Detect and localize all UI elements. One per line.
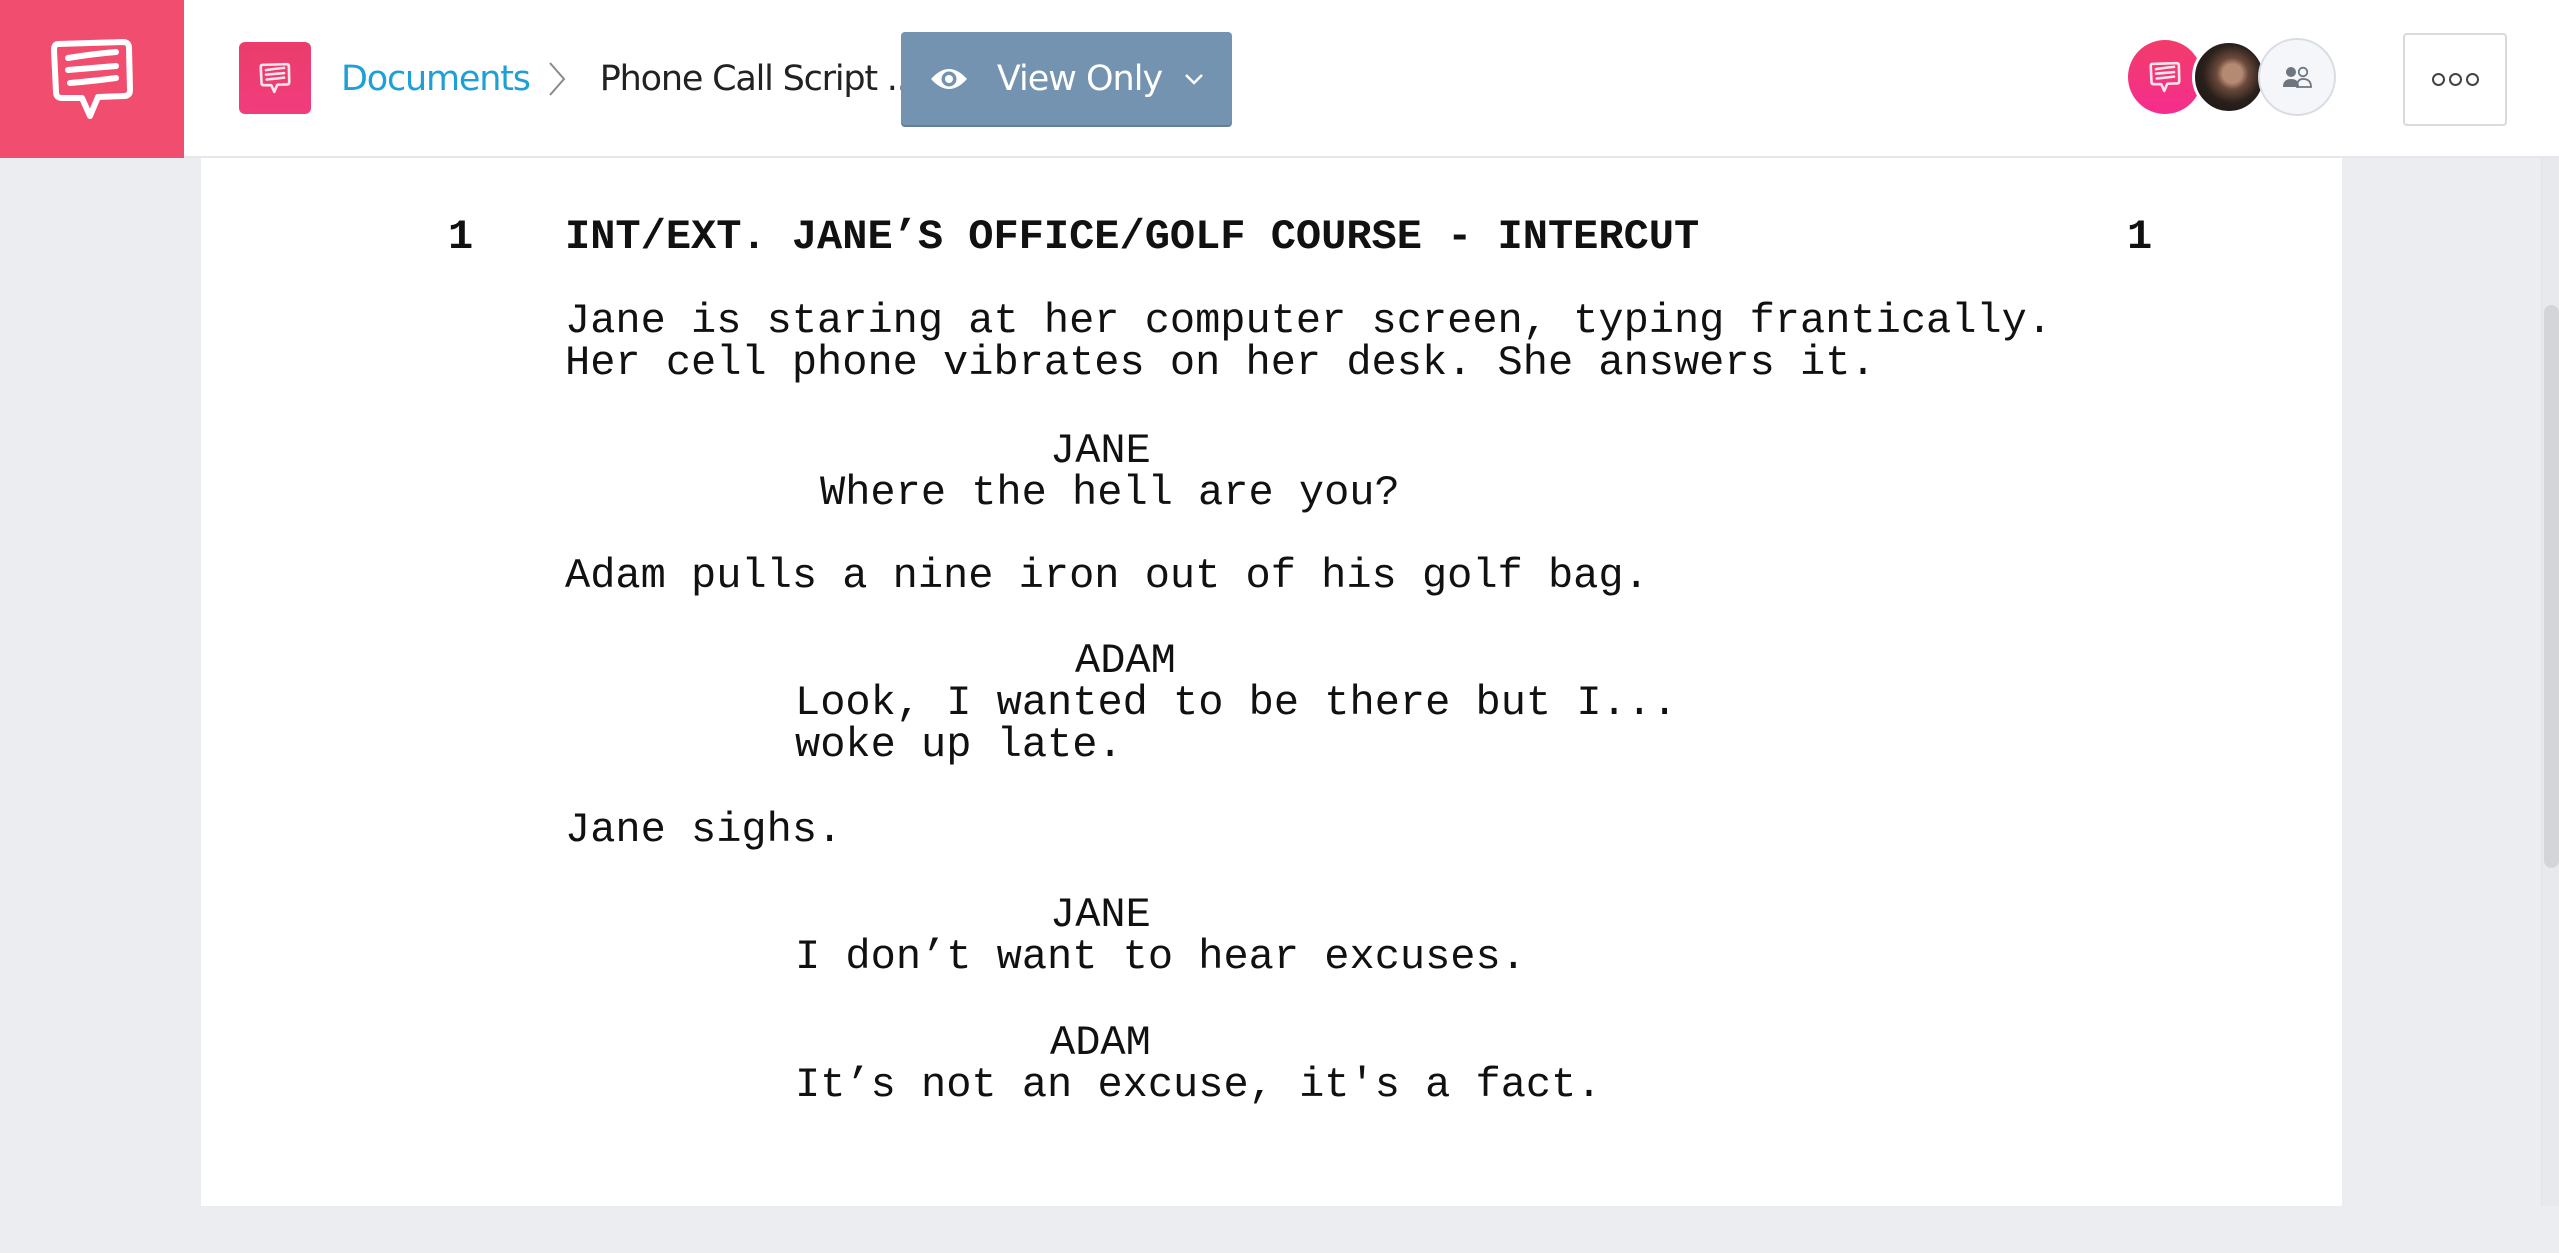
breadcrumb: Documents Phone Call Script .. — [341, 52, 908, 106]
chevron-down-icon — [1184, 73, 1204, 85]
avatar-user-photo[interactable] — [2192, 40, 2266, 114]
more-options-button[interactable] — [2403, 33, 2507, 126]
avatar-team[interactable] — [2258, 38, 2336, 116]
dialogue-line: It’s not an excuse, it's a fact. — [795, 1061, 1602, 1109]
character-name: JANE — [1050, 891, 1151, 939]
scrollbar-thumb[interactable] — [2544, 305, 2559, 868]
more-options-icon-dot — [2448, 73, 2462, 86]
character-name: ADAM — [1075, 637, 1176, 685]
more-options-icon — [2431, 73, 2445, 86]
dialogue-line: I don’t want to hear excuses. — [795, 933, 1526, 981]
scene-heading: INT/EXT. JANE’S OFFICE/GOLF COURSE - INT… — [565, 213, 1700, 261]
eye-icon — [929, 65, 969, 93]
character-name: ADAM — [1050, 1019, 1151, 1067]
view-only-dropdown-button[interactable]: View Only — [901, 32, 1232, 125]
document-type-icon[interactable] — [239, 42, 311, 114]
screenplay-content: 1 INT/EXT. JANE’S OFFICE/GOLF COURSE - I… — [201, 158, 2342, 1206]
app-logo[interactable] — [0, 0, 184, 158]
speech-bubble-icon — [51, 39, 133, 119]
view-only-label: View Only — [996, 58, 1163, 99]
avatar-brand[interactable] — [2128, 40, 2202, 114]
breadcrumb-documents-link[interactable]: Documents — [341, 59, 531, 99]
action-line: Adam pulls a nine iron out of his golf b… — [565, 552, 1649, 600]
action-line: Her cell phone vibrates on her desk. She… — [565, 339, 1876, 387]
users-icon — [2283, 66, 2312, 88]
character-name: JANE — [1050, 427, 1151, 475]
script-page: 1 INT/EXT. JANE’S OFFICE/GOLF COURSE - I… — [201, 158, 2342, 1206]
scene-number-left: 1 — [448, 213, 474, 261]
speech-bubble-icon — [259, 62, 291, 94]
vertical-scrollbar[interactable] — [2541, 158, 2559, 1206]
scene-number-right: 1 — [2127, 213, 2153, 261]
breadcrumb-current-document: Phone Call Script .. — [599, 59, 908, 99]
dialogue-line: Where the hell are you? — [820, 469, 1400, 517]
action-line: Jane is staring at her computer screen, … — [565, 297, 2053, 345]
dialogue-line: woke up late. — [795, 721, 1123, 769]
chevron-right-icon — [548, 59, 578, 99]
top-bar: Documents Phone Call Script .. View Only — [0, 0, 2559, 158]
dialogue-line: Look, I wanted to be there but I... — [795, 679, 1678, 727]
speech-bubble-icon — [2149, 61, 2181, 93]
action-line: Jane sighs. — [565, 806, 843, 854]
more-options-icon-dot — [2465, 73, 2479, 86]
